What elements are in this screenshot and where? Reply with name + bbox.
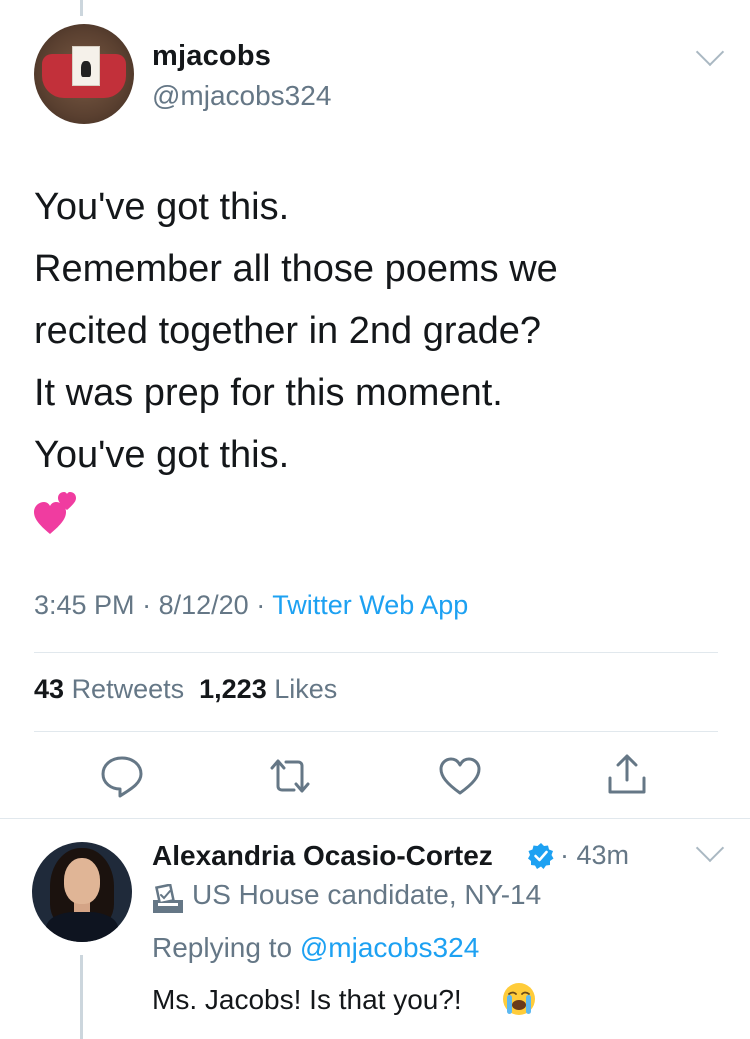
likes-label: Likes bbox=[274, 674, 338, 704]
divider bbox=[34, 731, 718, 732]
author-name[interactable]: mjacobs bbox=[152, 40, 271, 73]
tweet-text-line: recited together in 2nd grade? bbox=[34, 310, 542, 352]
thread-line bbox=[80, 0, 83, 16]
likes-count: 1,223 bbox=[199, 674, 267, 704]
tweet-text-line: You've got this. bbox=[34, 434, 290, 476]
tweet-stats: 43 Retweets 1,223 Likes bbox=[34, 674, 337, 705]
replying-handle-link[interactable]: @mjacobs324 bbox=[300, 932, 479, 963]
meta-separator: · bbox=[142, 590, 152, 620]
like-icon[interactable] bbox=[438, 754, 482, 798]
verified-badge-icon bbox=[528, 843, 554, 869]
divider bbox=[34, 652, 718, 653]
tweet-source-link[interactable]: Twitter Web App bbox=[272, 590, 468, 620]
tweet-text-line: It was prep for this moment. bbox=[34, 372, 503, 414]
reply-icon[interactable] bbox=[100, 754, 144, 798]
replying-prefix: Replying to bbox=[152, 932, 293, 963]
loudly-crying-face-emoji bbox=[503, 983, 535, 1015]
share-icon[interactable] bbox=[605, 752, 649, 796]
tweet-text-line: Remember all those poems we bbox=[34, 248, 558, 290]
tweet-time[interactable]: 3:45 PM bbox=[34, 590, 135, 620]
thread-line bbox=[80, 955, 83, 1039]
author-handle[interactable]: @mjacobs324 bbox=[152, 80, 331, 112]
two-hearts-emoji bbox=[34, 492, 76, 534]
retweet-icon[interactable] bbox=[268, 754, 312, 798]
retweets-count: 43 bbox=[34, 674, 65, 704]
ballot-box-icon bbox=[153, 884, 183, 913]
chevron-down-icon[interactable] bbox=[695, 833, 725, 863]
tweet-text: You've got this. Remember all those poem… bbox=[34, 176, 724, 486]
avatar[interactable] bbox=[34, 24, 134, 124]
tweet-date[interactable]: 8/12/20 bbox=[159, 590, 249, 620]
chevron-down-icon[interactable] bbox=[695, 37, 725, 67]
tweet-meta: 3:45 PM · 8/12/20 · Twitter Web App bbox=[34, 590, 468, 621]
meta-separator: · bbox=[256, 590, 266, 620]
retweets-label: Retweets bbox=[71, 674, 185, 704]
avatar-body-graphic bbox=[46, 912, 118, 942]
avatar-sign-graphic bbox=[72, 46, 100, 86]
avatar-face-graphic bbox=[64, 858, 100, 904]
candidate-label: US House candidate, NY-14 bbox=[192, 879, 542, 910]
divider bbox=[0, 818, 750, 819]
reply-author-name[interactable]: Alexandria Ocasio-Cortez bbox=[152, 840, 493, 872]
avatar[interactable] bbox=[32, 842, 132, 942]
retweets-stat[interactable]: 43 Retweets bbox=[34, 674, 184, 704]
tweet-text-line: You've got this. bbox=[34, 186, 290, 228]
likes-stat[interactable]: 1,223 Likes bbox=[199, 674, 337, 704]
reply-time[interactable]: · 43m bbox=[560, 840, 629, 871]
replying-to: Replying to @mjacobs324 bbox=[152, 932, 479, 964]
reply-text: Ms. Jacobs! Is that you?! bbox=[152, 984, 462, 1015]
